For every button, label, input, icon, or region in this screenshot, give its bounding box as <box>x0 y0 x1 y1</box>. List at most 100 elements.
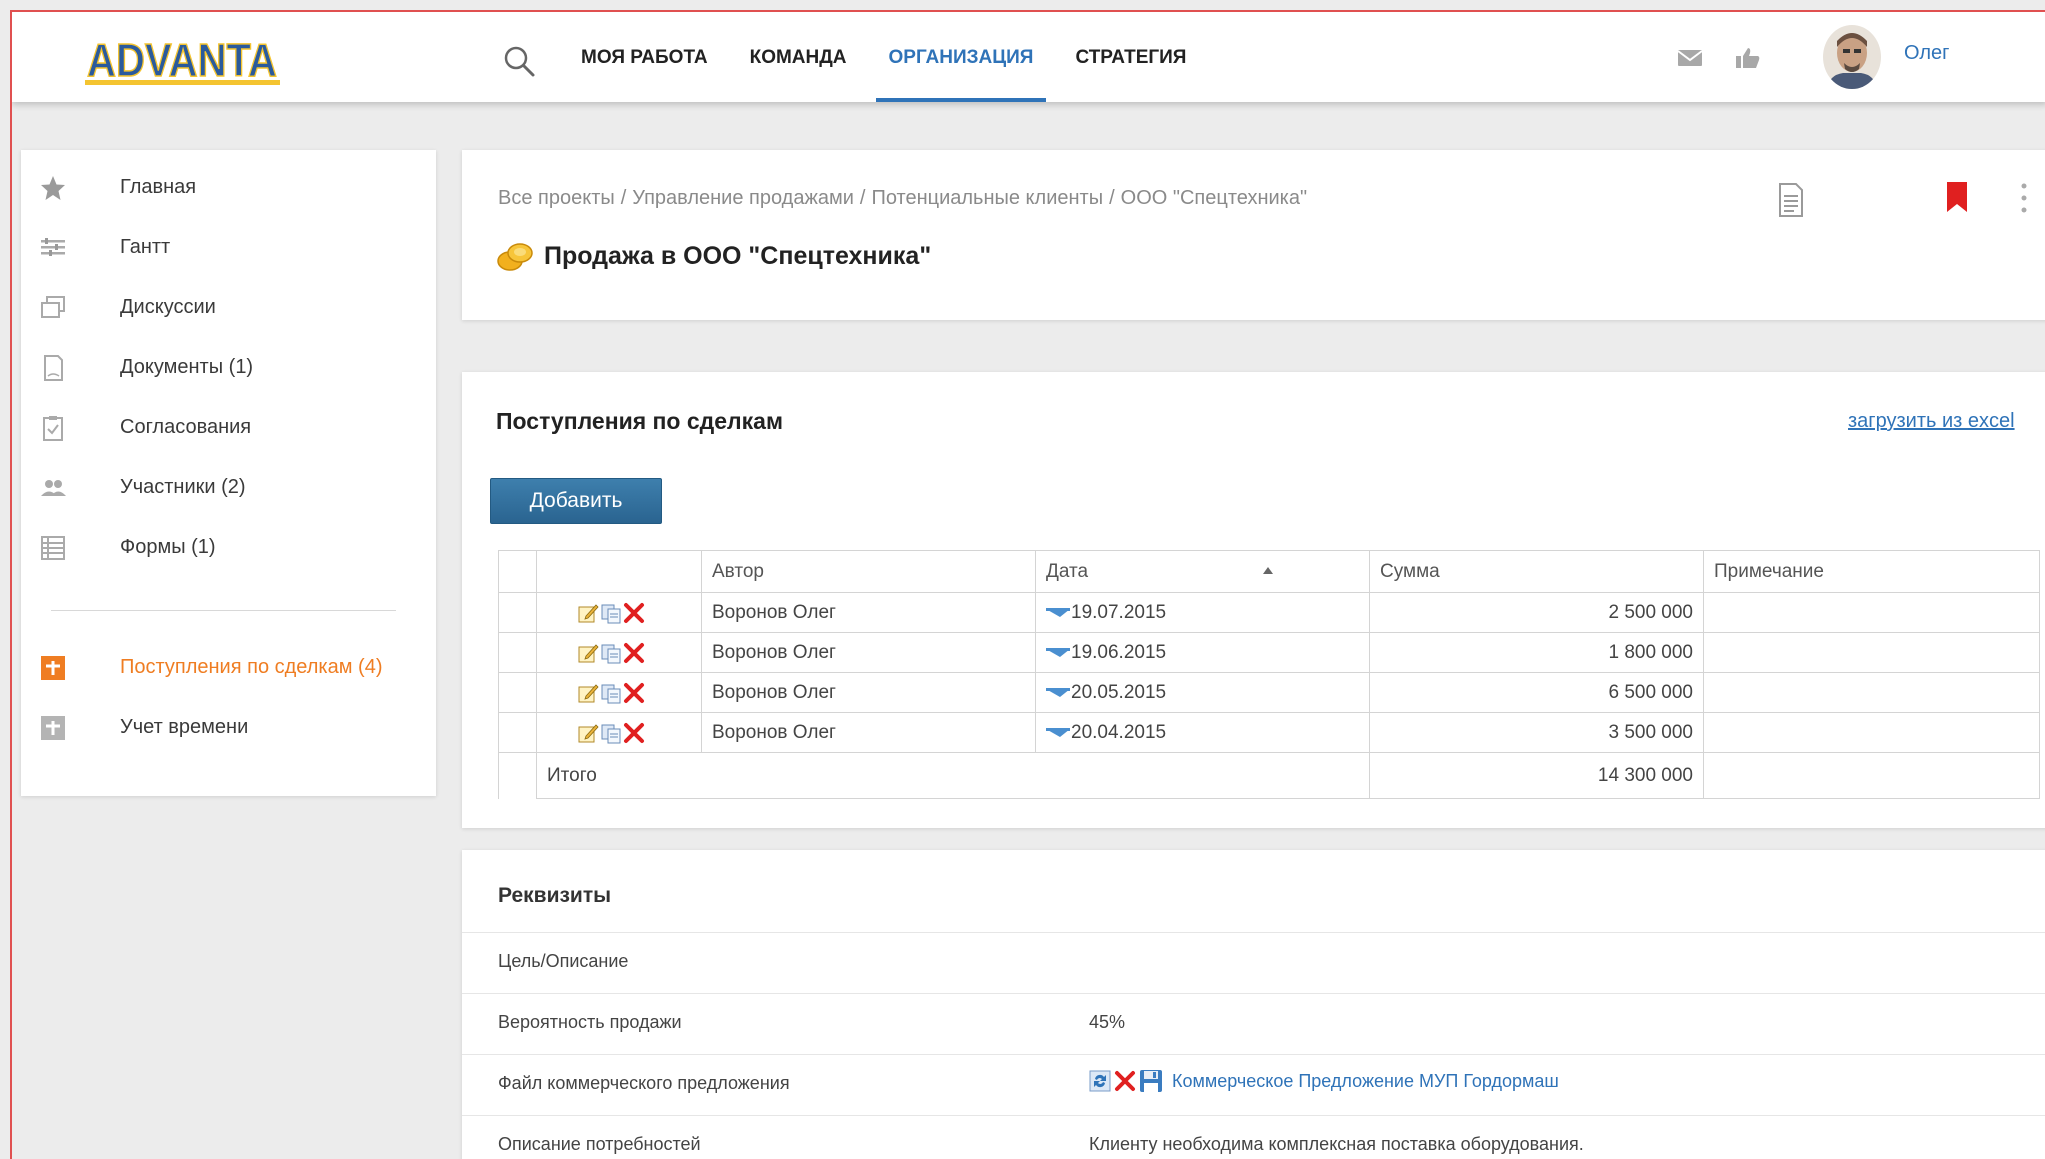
delete-icon[interactable] <box>623 642 645 664</box>
section-title: Поступления по сделкам <box>496 408 783 434</box>
date-flag-icon <box>1046 688 1070 698</box>
nav-team[interactable]: КОМАНДА <box>729 12 868 102</box>
header-cell <box>536 550 702 593</box>
participants-icon <box>41 480 66 496</box>
app-frame: ADVANTA МОЯ РАБОТА КОМАНДА ОРГАНИЗАЦИЯ С… <box>10 10 2045 1159</box>
delete-file-icon[interactable] <box>1114 1070 1136 1092</box>
requisite-row-proposal-file: Файл коммерческого предложения Коммерчес… <box>462 1054 2045 1115</box>
more-icon[interactable] <box>2019 182 2029 214</box>
copy-icon[interactable] <box>600 682 622 704</box>
total-label: Итого <box>536 752 1370 799</box>
date-value: 19.06.2015 <box>1071 641 1167 663</box>
column-header-note[interactable]: Примечание <box>1703 550 2040 593</box>
sidebar-item-label: Согласования <box>120 416 252 438</box>
sort-ascending-icon[interactable] <box>1263 567 1273 574</box>
edit-icon[interactable] <box>577 722 599 744</box>
user-avatar[interactable] <box>1823 25 1881 89</box>
coins-icon <box>497 243 533 271</box>
sidebar-divider <box>51 610 396 611</box>
table-row[interactable]: Воронов Олег 19.06.2015 1 800 000 <box>498 632 2040 673</box>
user-name[interactable]: Олег <box>1904 42 1949 65</box>
breadcrumb-item[interactable]: ООО "Спецтехника" <box>1121 187 1307 209</box>
edit-icon[interactable] <box>577 642 599 664</box>
requisite-value: 45% <box>1089 1012 1126 1032</box>
table-row[interactable]: Воронов Олег 20.05.2015 6 500 000 <box>498 672 2040 713</box>
breadcrumb-separator: / <box>859 187 866 209</box>
row-actions <box>577 682 701 704</box>
copy-icon[interactable] <box>600 642 622 664</box>
nav-my-work[interactable]: МОЯ РАБОТА <box>560 12 729 102</box>
sidebar-item-participants[interactable]: Участники (2) <box>21 462 436 512</box>
date-flag-icon <box>1046 648 1070 658</box>
sidebar-item-deal-receipts[interactable]: Поступления по сделкам (4) <box>21 642 436 692</box>
sidebar-item-forms[interactable]: Формы (1) <box>21 522 436 572</box>
sidebar-item-discussions[interactable]: Дискуссии <box>21 282 436 332</box>
thumbs-up-icon[interactable] <box>1734 46 1762 70</box>
amount-cell: 6 500 000 <box>1369 672 1704 713</box>
upload-excel-link[interactable]: загрузить из excel <box>1848 410 2015 433</box>
date-cell: 19.06.2015 <box>1035 632 1370 673</box>
delete-icon[interactable] <box>623 682 645 704</box>
nav-organization[interactable]: ОРГАНИЗАЦИЯ <box>868 12 1055 102</box>
date-flag-icon <box>1046 728 1070 738</box>
row-select-cell[interactable] <box>498 592 537 633</box>
document-icon[interactable] <box>1777 182 1805 218</box>
copy-icon[interactable] <box>600 722 622 744</box>
date-flag-icon <box>1046 608 1070 618</box>
requisite-row-probability: Вероятность продажи 45% <box>462 993 2045 1054</box>
row-select-cell[interactable] <box>498 632 537 673</box>
column-header-label: Дата <box>1046 560 1089 582</box>
table-header-row: Автор Дата Сумма Примечание <box>498 550 2040 593</box>
header-cell <box>498 550 537 593</box>
advanta-logo[interactable]: ADVANTA <box>85 30 280 94</box>
table-row[interactable]: Воронов Олег 20.04.2015 3 500 000 <box>498 712 2040 753</box>
breadcrumb-item[interactable]: Все проекты <box>498 187 615 209</box>
date-value: 19.07.2015 <box>1071 601 1167 623</box>
sidebar-item-home[interactable]: Главная <box>21 162 436 212</box>
breadcrumb-item[interactable]: Потенциальные клиенты <box>871 187 1103 209</box>
requisite-label: Цель/Описание <box>498 951 629 971</box>
total-row: Итого 14 300 000 <box>498 752 2040 799</box>
sidebar-item-label: Учет времени <box>120 716 249 738</box>
requisite-label: Файл коммерческого предложения <box>498 1073 790 1093</box>
copy-icon[interactable] <box>600 602 622 624</box>
table-row[interactable]: Воронов Олег 19.07.2015 2 500 000 <box>498 592 2040 633</box>
breadcrumb: Все проекты / Управление продажами / Потенци… <box>498 187 1307 210</box>
add-button[interactable]: Добавить <box>490 478 662 524</box>
total-amount: 14 300 000 <box>1369 752 1704 799</box>
proposal-file-link[interactable]: Коммерческое Предложение МУП Гордормаш <box>1172 1071 1559 1092</box>
nav-strategy[interactable]: СТРАТЕГИЯ <box>1054 12 1207 102</box>
sidebar-item-time-tracking[interactable]: Учет времени <box>21 702 436 752</box>
edit-icon[interactable] <box>577 602 599 624</box>
sidebar-item-documents[interactable]: Документы (1) <box>21 342 436 392</box>
sidebar-item-gantt[interactable]: Гантт <box>21 222 436 272</box>
search-icon[interactable] <box>500 42 540 82</box>
requisite-label: Вероятность продажи <box>498 1012 682 1032</box>
table-cell <box>498 752 537 799</box>
breadcrumb-item[interactable]: Управление продажами <box>632 187 854 209</box>
column-header-author[interactable]: Автор <box>701 550 1036 593</box>
bookmark-icon[interactable] <box>1946 182 1968 212</box>
sidebar-item-label: Документы (1) <box>120 356 254 378</box>
row-select-cell[interactable] <box>498 672 537 713</box>
row-select-cell[interactable] <box>498 712 537 753</box>
save-file-icon[interactable] <box>1139 1069 1163 1093</box>
column-header-date[interactable]: Дата <box>1035 550 1370 593</box>
plus-box-icon <box>41 716 65 740</box>
row-actions-cell <box>536 632 702 673</box>
replace-file-icon[interactable] <box>1089 1070 1111 1092</box>
amount-cell: 1 800 000 <box>1369 632 1704 673</box>
edit-icon[interactable] <box>577 682 599 704</box>
row-actions-cell <box>536 712 702 753</box>
date-cell: 20.05.2015 <box>1035 672 1370 713</box>
star-icon <box>41 176 65 200</box>
delete-icon[interactable] <box>623 722 645 744</box>
discussions-icon <box>41 296 65 318</box>
sidebar-item-label: Главная <box>120 176 197 198</box>
author-cell: Воронов Олег <box>701 592 1036 633</box>
sidebar-item-approvals[interactable]: Согласования <box>21 402 436 452</box>
delete-icon[interactable] <box>623 602 645 624</box>
column-header-amount[interactable]: Сумма <box>1369 550 1704 593</box>
sidebar-item-label: Поступления по сделкам (4) <box>120 656 383 678</box>
mail-icon[interactable] <box>1676 46 1704 70</box>
